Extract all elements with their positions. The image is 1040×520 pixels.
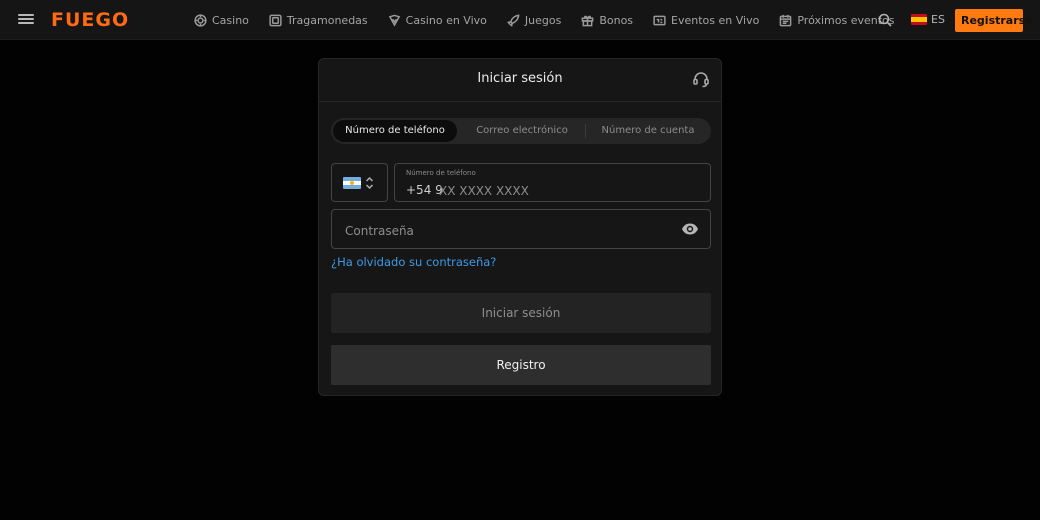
modal-header: Iniciar sesión — [319, 59, 721, 102]
language-selector[interactable]: ES — [911, 13, 945, 26]
nav-label: Juegos — [524, 13, 562, 27]
phone-field-label: Número de teléfono — [406, 169, 476, 177]
chevron-up-down-icon — [365, 176, 374, 190]
modal-title: Iniciar sesión — [477, 71, 563, 86]
password-field — [331, 209, 711, 249]
casino-chip-icon — [194, 13, 207, 27]
phone-field: Número de teléfono +54 9 — [394, 163, 711, 202]
login-modal: Iniciar sesión Número de teléfono Correo… — [318, 58, 722, 396]
rocket-icon — [506, 14, 520, 27]
tab-account-number[interactable]: Número de cuenta — [585, 118, 711, 144]
nav-item-tragamonedas[interactable]: Tragamonedas — [269, 14, 368, 27]
country-code-select[interactable] — [331, 163, 388, 202]
nav-item-juegos[interactable]: Juegos — [506, 13, 562, 27]
nav-label: Casino — [212, 13, 249, 27]
calendar-icon — [779, 14, 792, 26]
tab-phone[interactable]: Número de teléfono — [333, 120, 457, 142]
registration-button[interactable]: Registro — [331, 345, 711, 385]
slots-icon — [269, 14, 282, 26]
eye-icon[interactable] — [681, 222, 699, 236]
top-navbar: FUEGO Casino Tragamonedas Casino en Vivo… — [0, 0, 1040, 40]
menu-icon[interactable] — [18, 12, 34, 28]
search-icon[interactable] — [878, 13, 892, 27]
nav-item-casino[interactable]: Casino — [194, 14, 249, 27]
language-code: ES — [931, 13, 945, 26]
gift-icon — [581, 15, 594, 26]
nav-label: Tragamonedas — [286, 13, 368, 27]
password-input[interactable] — [343, 221, 667, 241]
login-method-tabs: Número de teléfono Correo electrónico Nú… — [331, 118, 711, 144]
nav-label: Eventos en Vivo — [671, 13, 760, 27]
nav-label: Casino en Vivo — [405, 13, 487, 27]
nav-item-bonos[interactable]: Bonos — [581, 14, 633, 27]
live-casino-icon — [388, 14, 400, 27]
main-nav: Casino Tragamonedas Casino en Vivo Juego… — [194, 0, 915, 40]
register-button[interactable]: Registrarse — [955, 9, 1033, 32]
phone-input[interactable] — [437, 181, 701, 201]
login-button[interactable]: Iniciar sesión — [331, 293, 711, 333]
spain-flag-icon — [911, 14, 927, 25]
support-headset-icon[interactable] — [692, 70, 710, 88]
live-events-icon — [653, 15, 666, 25]
nav-item-eventos-en-vivo[interactable]: Eventos en Vivo — [653, 14, 759, 27]
argentina-flag-icon — [343, 177, 361, 189]
nav-item-casino-en-vivo[interactable]: Casino en Vivo — [388, 14, 487, 27]
nav-label: Bonos — [599, 13, 634, 27]
forgot-password-link[interactable]: ¿Ha olvidado su contraseña? — [331, 255, 496, 269]
tab-email[interactable]: Correo electrónico — [459, 118, 585, 144]
logo[interactable]: FUEGO — [51, 8, 129, 32]
